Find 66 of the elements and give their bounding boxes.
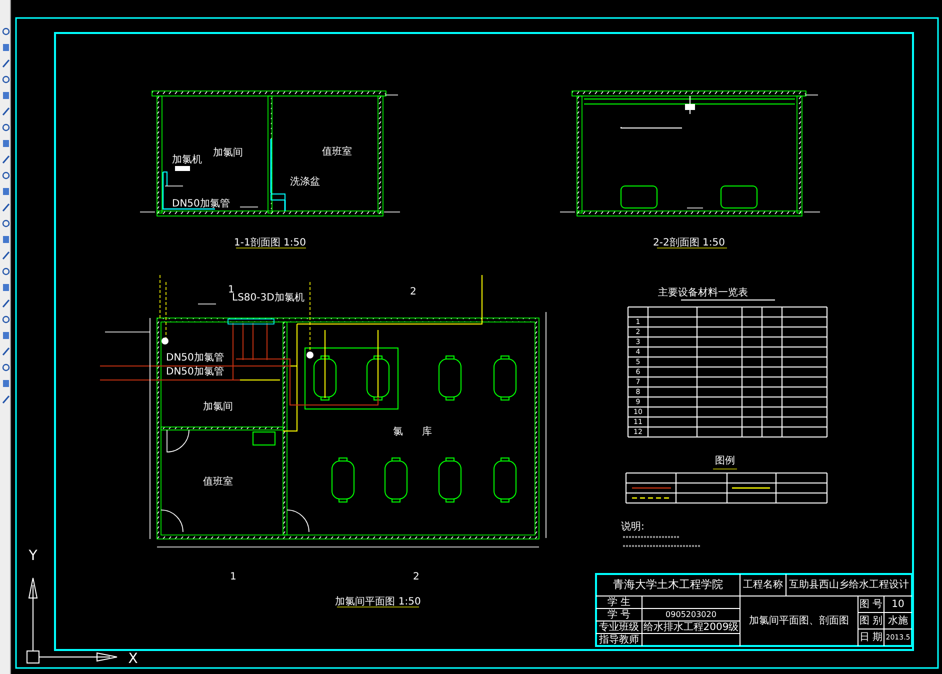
tool-icon[interactable] — [2, 234, 10, 245]
section-mark: 1 — [230, 572, 236, 583]
drawing-label: 氯 — [393, 426, 403, 438]
tool-icon[interactable] — [2, 314, 10, 325]
field-label: 学 号 — [607, 609, 631, 620]
drawing-label: 加氯机 — [172, 154, 202, 166]
field-value: 给水排水工程2009级 — [643, 622, 739, 633]
legend-title: 图例 — [715, 456, 735, 467]
drawing-label: 加氯间 — [203, 402, 233, 413]
project-name: 互助县西山乡给水工程设计 — [789, 580, 909, 591]
drawing-title: 加氯间平面图 1:50 — [335, 596, 421, 608]
drawing-name: 加氯间平面图、剖面图 — [749, 616, 849, 627]
drawing-label: DN50加氯管 — [166, 366, 224, 378]
tool-icon[interactable] — [2, 138, 10, 149]
drawing-label: 库 — [422, 426, 432, 438]
field-value: 水施 — [888, 615, 908, 626]
tool-icon[interactable] — [2, 378, 10, 389]
field-label: 图 号 — [859, 598, 883, 610]
drawing-label: 值班室 — [203, 476, 233, 488]
drawing-title: 1-1剖面图 1:50 — [234, 238, 306, 249]
legend-line-sample — [632, 487, 671, 489]
axis-label: Y — [28, 548, 38, 564]
notes-title: 说明: — [621, 522, 644, 533]
table-title: 主要设备材料一览表 — [658, 288, 748, 299]
tool-icon[interactable] — [2, 74, 10, 85]
tool-icon[interactable] — [2, 122, 10, 133]
tool-icon[interactable] — [2, 346, 10, 357]
tool-icon[interactable] — [2, 330, 10, 341]
section-mark: 2 — [413, 572, 420, 583]
section-mark: 1 — [228, 284, 234, 296]
tool-icon[interactable] — [2, 394, 10, 405]
tool-icon[interactable] — [2, 266, 10, 277]
drawing-label: DN50加氯管 — [172, 198, 230, 210]
field-label: 图 别 — [859, 615, 883, 626]
drawing-label: 加氯间 — [213, 148, 243, 159]
field-label: 专业班级 — [599, 622, 639, 633]
axis-label: X — [128, 650, 138, 667]
field-label: 日 期 — [859, 632, 883, 644]
tool-icon[interactable] — [2, 106, 10, 117]
tool-icon[interactable] — [2, 218, 10, 229]
project-label: 工程名称 — [743, 580, 783, 591]
tool-icon[interactable] — [2, 154, 10, 165]
tool-icon[interactable] — [2, 90, 10, 101]
drawing-title: 2-2剖面图 1:50 — [653, 238, 725, 249]
tool-icon[interactable] — [2, 170, 10, 181]
tool-icon[interactable] — [2, 250, 10, 261]
tool-icon[interactable] — [2, 186, 10, 197]
field-value: 0905203020 — [666, 610, 716, 619]
drawing-label: 洗涤盆 — [290, 176, 320, 188]
section-mark: 2 — [410, 286, 416, 298]
tool-icon[interactable] — [2, 362, 10, 373]
legend-line-sample — [632, 497, 671, 499]
tool-icon[interactable] — [2, 42, 10, 53]
tool-icon[interactable] — [2, 26, 10, 37]
drawing-label: 值班室 — [322, 146, 352, 158]
legend-line-sample — [732, 487, 770, 489]
tool-icon[interactable] — [2, 58, 10, 69]
drawing-label: DN50加氯管 — [166, 352, 224, 364]
field-label: 学 生 — [607, 596, 631, 608]
drawing-label: LS80-3D加氯机 — [232, 292, 304, 304]
field-label: 指导教师 — [599, 634, 639, 646]
tool-icon[interactable] — [2, 298, 10, 309]
tool-icon[interactable] — [2, 282, 10, 293]
field-value: 10 — [892, 598, 904, 610]
tool-icon[interactable] — [2, 202, 10, 213]
school-name: 青海大学土木工程学院 — [613, 578, 723, 592]
